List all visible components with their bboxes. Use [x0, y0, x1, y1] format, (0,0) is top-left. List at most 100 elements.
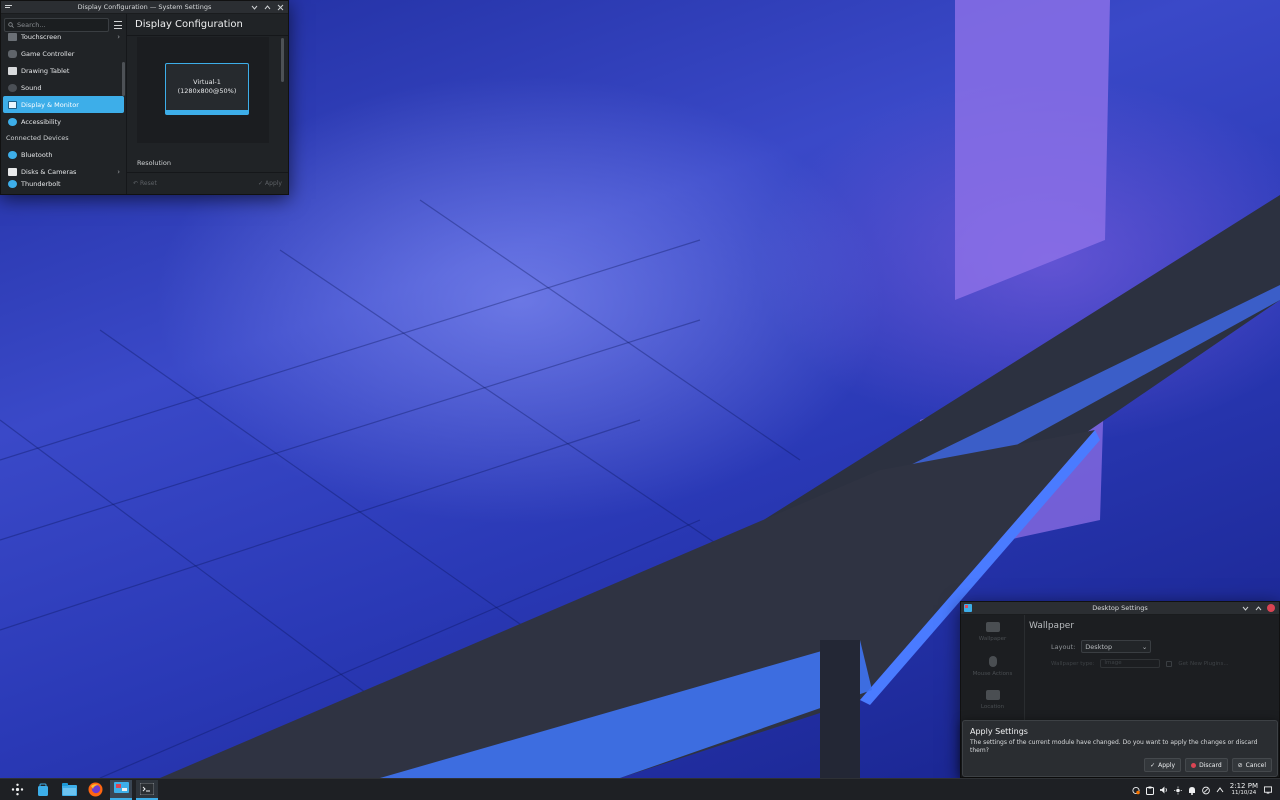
sidebar-item-label: Disks & Cameras [21, 167, 77, 176]
discover-icon[interactable] [32, 780, 54, 800]
sidebar-scrollbar[interactable] [122, 62, 125, 96]
application-launcher-icon[interactable] [6, 780, 28, 800]
chevron-down-icon: ⌄ [1141, 642, 1148, 651]
section-connected-devices: Connected Devices [6, 134, 69, 142]
get-new-plugins-icon [1166, 660, 1173, 667]
desktop-settings-app-icon [964, 604, 972, 612]
monitor-icon [985, 622, 1000, 632]
close-button[interactable] [1267, 604, 1275, 612]
thunderbolt-icon [8, 180, 17, 188]
drawing-tablet-icon [8, 66, 17, 75]
updates-icon[interactable] [1132, 786, 1140, 794]
disks-icon [8, 167, 17, 176]
monitor-virtual-1[interactable]: Virtual-1 (1280x800@50%) [165, 63, 249, 115]
clock-time: 2:12 PM [1229, 782, 1258, 790]
sidebar-item-game-controller[interactable]: Game Controller [3, 45, 124, 62]
expand-tray-icon[interactable] [1216, 786, 1224, 794]
cancel-icon: ⊘ [1237, 761, 1243, 769]
layout-row: Layout: Desktop ⌄ [1051, 640, 1152, 653]
sidebar-item-bluetooth[interactable]: Bluetooth [3, 146, 124, 163]
wallpaper-type-label: Wallpaper type: [1051, 660, 1095, 667]
notifications-icon[interactable] [1188, 786, 1196, 795]
resolution-label: Resolution [137, 159, 171, 167]
taskbar: 2:12 PM 11/10/24 [0, 778, 1280, 800]
dw-side-mouse-actions[interactable]: Mouse Actions [961, 649, 1024, 683]
clock-date: 11/10/24 [1231, 790, 1257, 796]
brightness-icon[interactable] [1173, 786, 1182, 794]
sidebar-item-disks-cameras[interactable]: Disks & Cameras › [3, 163, 124, 180]
display-icon [8, 100, 17, 109]
clipboard-icon[interactable] [1145, 786, 1154, 795]
bluetooth-icon [8, 150, 17, 159]
dw-side-location[interactable]: Location [961, 683, 1024, 717]
monitor-arrangement-area: Virtual-1 (1280x800@50%) [137, 37, 269, 143]
terminal-icon[interactable] [136, 779, 158, 800]
touchscreen-icon [8, 32, 17, 41]
chevron-right-icon: › [117, 32, 120, 41]
desktop-settings-sidebar: Wallpaper Mouse Actions Location [961, 615, 1025, 725]
sidebar-item-display-monitor[interactable]: Display & Monitor [3, 96, 124, 113]
dialog-cancel-button[interactable]: ⊘ Cancel [1231, 758, 1272, 772]
dialog-discard-button[interactable]: Discard [1185, 758, 1228, 772]
sidebar-item-label: Game Controller [21, 49, 75, 58]
maximize-button[interactable] [1254, 604, 1262, 612]
accessibility-icon [8, 117, 17, 126]
layout-label: Layout: [1051, 642, 1076, 651]
settings-sidebar: Search... Touchscreen › Game Controller … [1, 14, 127, 194]
sidebar-item-accessibility[interactable]: Accessibility [3, 113, 124, 130]
checkmark-icon: ✓ [1150, 761, 1156, 769]
system-tray: 2:12 PM 11/10/24 [1132, 779, 1280, 800]
wallpaper-heading: Wallpaper [1029, 621, 1075, 631]
sidebar-item-thunderbolt[interactable]: Thunderbolt [3, 180, 124, 189]
monitor-mode: (1280x800@50%) [177, 87, 237, 95]
sidebar-item-label: Touchscreen [21, 32, 62, 41]
system-settings-icon[interactable] [110, 779, 132, 800]
sidebar-item-label: Bluetooth [21, 150, 53, 159]
monitor-name: Virtual-1 [193, 78, 221, 86]
sidebar-item-touchscreen[interactable]: Touchscreen › [3, 28, 124, 45]
desktop-settings-title: Desktop Settings [1092, 603, 1148, 612]
minimize-button[interactable] [250, 3, 258, 11]
sidebar-item-drawing-tablet[interactable]: Drawing Tablet [3, 62, 124, 79]
clock[interactable]: 2:12 PM 11/10/24 [1230, 783, 1258, 797]
dialog-message: The settings of the current module have … [970, 739, 1258, 754]
sidebar-item-sound[interactable]: Sound [3, 79, 124, 96]
dw-side-wallpaper[interactable]: Wallpaper [961, 615, 1024, 649]
reset-button[interactable]: ↶ Reset [133, 180, 157, 187]
show-desktop-icon[interactable] [1264, 786, 1272, 794]
wallpaper-type-row: Wallpaper type: Image Get New Plugins... [1051, 659, 1229, 668]
close-button[interactable] [276, 3, 284, 11]
location-icon [985, 690, 1000, 700]
network-icon[interactable] [1201, 786, 1210, 794]
display-config-panel: Display Configuration Virtual-1 (1280x80… [127, 14, 288, 194]
sidebar-item-label: Sound [21, 83, 42, 92]
wallpaper-type-select[interactable]: Image [1100, 659, 1161, 668]
minimize-button[interactable] [1241, 604, 1249, 612]
page-title: Display Configuration [127, 14, 288, 36]
volume-icon[interactable] [1159, 786, 1168, 794]
settings-window-title: Display Configuration — System Settings [77, 2, 212, 11]
reset-icon: ↶ [133, 180, 139, 187]
mouse-icon [988, 655, 997, 667]
game-controller-icon [8, 49, 17, 58]
sound-icon [8, 83, 17, 92]
sidebar-item-label: Thunderbolt [21, 180, 61, 188]
firefox-icon[interactable] [84, 780, 106, 800]
dolphin-icon[interactable] [58, 780, 80, 800]
monitor-selection-bar [166, 110, 248, 114]
maximize-button[interactable] [263, 3, 271, 11]
apply-button[interactable]: ✓ Apply [258, 180, 282, 187]
main-scrollbar[interactable] [281, 38, 284, 82]
sidebar-item-label: Drawing Tablet [21, 66, 70, 75]
discard-icon [1191, 762, 1197, 768]
settings-titlebar[interactable]: Display Configuration — System Settings [1, 1, 288, 14]
sidebar-item-label: Display & Monitor [21, 100, 79, 109]
sidebar-item-label: Accessibility [21, 117, 61, 126]
chevron-right-icon: › [117, 167, 120, 176]
desktop-settings-titlebar[interactable]: Desktop Settings [961, 602, 1279, 615]
get-new-plugins-button[interactable]: Get New Plugins... [1178, 661, 1228, 667]
dialog-apply-button[interactable]: ✓ Apply [1144, 758, 1182, 772]
checkmark-icon: ✓ [258, 180, 264, 187]
window-menu-icon[interactable] [4, 3, 12, 11]
layout-select[interactable]: Desktop ⌄ [1081, 640, 1152, 653]
